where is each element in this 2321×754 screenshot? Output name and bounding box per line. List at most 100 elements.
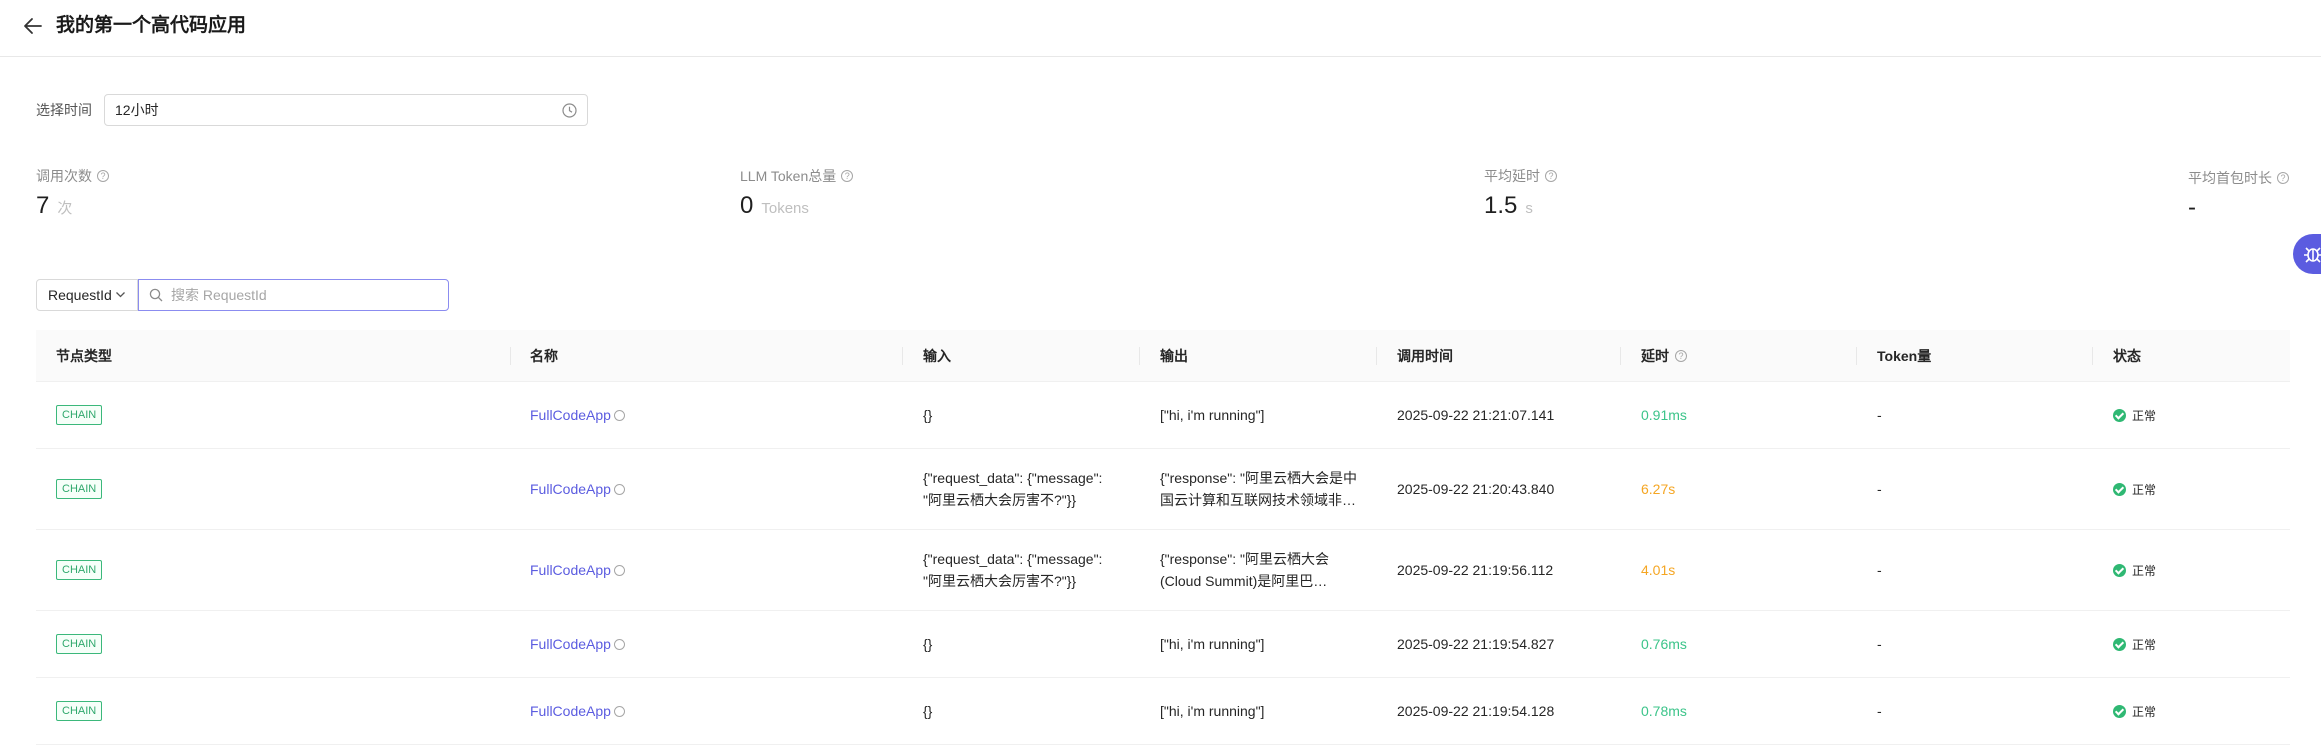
column-header-name: 名称 — [530, 348, 558, 364]
column-header-output: 输出 — [1160, 348, 1188, 364]
help-icon[interactable]: ? — [97, 170, 109, 182]
stat-unit: 次 — [57, 200, 73, 217]
column-header-call-time: 调用时间 — [1397, 348, 1453, 364]
stat-value: 7 — [36, 192, 50, 219]
status-label: 正常 — [2132, 408, 2157, 423]
search-type-value: RequestId — [48, 287, 112, 303]
search-icon — [149, 288, 163, 302]
time-range-value: 12小时 — [115, 102, 159, 118]
node-type-tag: CHAIN — [56, 479, 103, 499]
column-header-input: 输入 — [923, 348, 951, 364]
stat-value: 1.5 — [1484, 192, 1518, 219]
status-label: 正常 — [2132, 704, 2157, 719]
help-icon[interactable]: ? — [1675, 350, 1687, 362]
table-row[interactable]: CHAIN FullCodeApp {} ["hi, i'm running"]… — [36, 678, 2290, 745]
node-type-tag: CHAIN — [56, 701, 103, 721]
input-cell: {} — [923, 703, 933, 719]
check-circle-icon — [2113, 704, 2126, 718]
node-name-label: FullCodeApp — [530, 562, 611, 578]
output-cell: ["hi, i'm running"] — [1160, 703, 1265, 719]
help-icon[interactable]: ? — [1545, 170, 1557, 182]
column-header-latency: 延时 ? — [1641, 330, 1687, 382]
bug-icon — [2304, 247, 2321, 263]
search-bar: RequestId — [36, 279, 449, 311]
table-row[interactable]: CHAIN FullCodeApp {"request_data": {"mes… — [36, 530, 2290, 611]
status-label: 正常 — [2132, 482, 2157, 497]
stat-label: 平均首包时长 — [2188, 170, 2272, 186]
tokens-cell: - — [1877, 562, 1882, 578]
status-badge: 正常 — [2113, 562, 2156, 579]
check-circle-icon — [2113, 637, 2126, 651]
detail-icon — [613, 638, 625, 650]
tokens-cell: - — [1877, 636, 1882, 652]
back-arrow-icon[interactable] — [22, 15, 44, 37]
time-filter-label: 选择时间 — [36, 102, 92, 118]
tokens-cell: - — [1877, 407, 1882, 423]
input-cell: {"request_data": {"message": "阿里云栖大会厉害不?… — [923, 551, 1103, 589]
node-name-label: FullCodeApp — [530, 703, 611, 719]
time-filter: 选择时间 12小时 — [36, 94, 588, 126]
node-name-link[interactable]: FullCodeApp — [530, 562, 625, 578]
page-header: 我的第一个高代码应用 — [0, 0, 2321, 57]
table-row[interactable]: CHAIN FullCodeApp {} ["hi, i'm running"]… — [36, 382, 2290, 449]
latency-cell: 0.76ms — [1641, 636, 1687, 652]
node-name-link[interactable]: FullCodeApp — [530, 481, 625, 497]
latency-cell: 0.78ms — [1641, 703, 1687, 719]
table-row[interactable]: CHAIN FullCodeApp {} ["hi, i'm running"]… — [36, 611, 2290, 678]
node-type-tag: CHAIN — [56, 560, 103, 580]
table-header: 节点类型 名称 输入 输出 调用时间 延时 ? Token量 状态 — [36, 330, 2290, 382]
stat-label: 平均延时 — [1484, 168, 1540, 184]
stat-token-total: LLM Token总量? 0 Tokens — [740, 166, 854, 220]
call-time-cell: 2025-09-22 21:21:07.141 — [1397, 407, 1555, 423]
node-name-link[interactable]: FullCodeApp — [530, 703, 625, 719]
node-name-link[interactable]: FullCodeApp — [530, 407, 625, 423]
node-type-tag: CHAIN — [56, 634, 103, 654]
node-name-label: FullCodeApp — [530, 481, 611, 497]
input-cell: {} — [923, 407, 933, 423]
trace-table: 节点类型 名称 输入 输出 调用时间 延时 ? Token量 状态 CHAIN … — [36, 330, 2290, 745]
status-badge: 正常 — [2113, 703, 2156, 720]
check-circle-icon — [2113, 563, 2126, 577]
detail-icon — [613, 564, 625, 576]
node-name-link[interactable]: FullCodeApp — [530, 636, 625, 652]
search-type-select[interactable]: RequestId — [36, 279, 138, 311]
time-range-select[interactable]: 12小时 — [104, 94, 588, 126]
status-badge: 正常 — [2113, 481, 2156, 498]
output-cell: {"response": "阿里云栖大会是中国云计算和互联网技术领域非… — [1160, 470, 1357, 508]
debug-float-button[interactable] — [2293, 234, 2321, 274]
help-icon[interactable]: ? — [841, 170, 854, 182]
stat-unit: s — [1525, 200, 1533, 217]
call-time-cell: 2025-09-22 21:20:43.840 — [1397, 481, 1555, 497]
search-input[interactable] — [171, 287, 431, 303]
node-name-label: FullCodeApp — [530, 636, 611, 652]
column-header-tokens: Token量 — [1877, 348, 1932, 364]
node-name-label: FullCodeApp — [530, 407, 611, 423]
status-label: 正常 — [2132, 637, 2157, 652]
column-header-latency-label: 延时 — [1641, 348, 1669, 364]
latency-cell: 0.91ms — [1641, 407, 1687, 423]
input-cell: {} — [923, 636, 933, 652]
clock-icon — [562, 103, 577, 118]
table-row[interactable]: CHAIN FullCodeApp {"request_data": {"mes… — [36, 449, 2290, 530]
detail-icon — [613, 483, 625, 495]
column-header-node-type: 节点类型 — [56, 348, 112, 364]
stat-unit: Tokens — [761, 200, 809, 217]
search-field[interactable] — [138, 279, 449, 311]
node-type-tag: CHAIN — [56, 405, 103, 425]
input-cell: {"request_data": {"message": "阿里云栖大会厉害不?… — [923, 470, 1103, 508]
help-icon[interactable]: ? — [2277, 172, 2289, 184]
status-badge: 正常 — [2113, 407, 2156, 424]
stat-label: 调用次数 — [36, 168, 92, 184]
stat-first-packet: 平均首包时长? - — [2188, 168, 2289, 222]
call-time-cell: 2025-09-22 21:19:54.827 — [1397, 636, 1555, 652]
tokens-cell: - — [1877, 481, 1882, 497]
stat-avg-latency: 平均延时? 1.5 s — [1484, 166, 1557, 220]
check-circle-icon — [2113, 408, 2126, 422]
detail-icon — [613, 705, 625, 717]
output-cell: ["hi, i'm running"] — [1160, 407, 1265, 423]
stat-label: LLM Token总量 — [740, 168, 837, 184]
column-header-status: 状态 — [2113, 348, 2141, 364]
call-time-cell: 2025-09-22 21:19:56.112 — [1397, 562, 1554, 578]
page-title: 我的第一个高代码应用 — [56, 15, 247, 36]
call-time-cell: 2025-09-22 21:19:54.128 — [1397, 703, 1555, 719]
